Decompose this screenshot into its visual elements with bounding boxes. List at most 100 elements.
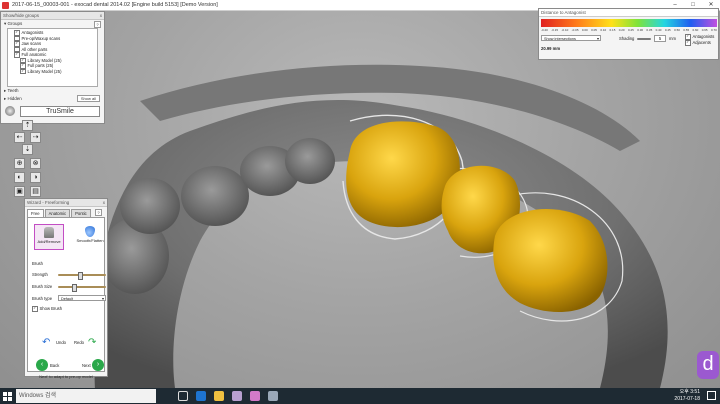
scale-tick-label: 0.45 <box>664 28 671 32</box>
scale-tick-label: 0.70 <box>710 28 717 32</box>
wizard-help-icon[interactable]: ? <box>95 209 102 216</box>
windows-start-icon[interactable] <box>3 391 12 401</box>
show-brush-checkbox-box[interactable]: ✓ <box>32 306 38 312</box>
file-explorer-icon[interactable] <box>214 391 224 401</box>
notification-icon[interactable] <box>707 391 716 400</box>
view-lingual-icon[interactable]: ◐ <box>14 172 25 183</box>
undo-icon[interactable]: ↶ <box>42 338 54 348</box>
view-buccal-icon[interactable]: ⊗ <box>30 158 41 169</box>
taskbar-clock[interactable]: 오후 3:51 2017-07-18 <box>674 389 700 402</box>
groups-section-header[interactable]: ▾ Groups ? <box>1 20 104 28</box>
trusmile-logo-icon <box>5 106 15 116</box>
scale-tick-label: -0.15 <box>551 28 559 32</box>
add-remove-tool-button[interactable]: Add/Remove <box>34 224 64 250</box>
scale-tick-label: 0.35 <box>646 28 653 32</box>
view-right-icon[interactable]: ⇢ <box>30 132 41 143</box>
view-occlusal-icon[interactable]: ⊕ <box>14 158 25 169</box>
view-left-icon[interactable]: ⇠ <box>14 132 25 143</box>
adjacents-checkbox[interactable]: ✓ Adjacents <box>685 40 711 46</box>
tab-pontic[interactable]: Pontic <box>71 209 91 217</box>
show-intersections-select[interactable]: Show intersections ▾ <box>541 35 601 41</box>
scale-tick-label: 0.00 <box>581 28 588 32</box>
antagonists-checkbox[interactable]: ✓ Antagonists <box>685 34 714 40</box>
view-top-icon[interactable]: ⇡ <box>22 120 33 131</box>
view-front-icon[interactable]: ▣ <box>14 186 25 197</box>
view-mesial-icon[interactable]: ◑ <box>30 172 41 183</box>
redo-icon[interactable]: ↷ <box>88 338 100 348</box>
brush-section-label: Brush <box>32 261 43 266</box>
window-title: 2017-06-15_00003-001 - exocad dental 201… <box>12 2 218 8</box>
brush-size-slider[interactable] <box>58 284 106 292</box>
next-arrow-icon[interactable]: › <box>92 359 104 371</box>
scale-tick-label: 0.60 <box>692 28 699 32</box>
wizard-close[interactable]: x <box>103 199 105 206</box>
3d-viewport[interactable]: d <box>0 11 720 391</box>
scale-tick-label: 0.15 <box>609 28 616 32</box>
brush-size-slider-knob[interactable] <box>71 284 77 292</box>
exocad-taskbar-icon-1[interactable] <box>232 391 242 401</box>
add-remove-icon <box>44 227 54 238</box>
exocad-app-icon <box>2 1 9 9</box>
tree-item[interactable]: ✓ Library Model (25) <box>8 68 97 74</box>
view-back-icon[interactable]: ▤ <box>30 186 41 197</box>
groups-panel-close[interactable]: x <box>100 12 102 19</box>
scale-tick-label: 0.30 <box>637 28 644 32</box>
wizard-tabs: Free Anatomic Pontic <box>27 209 105 217</box>
scale-tick-label: 0.10 <box>600 28 607 32</box>
taskbar-search-input[interactable]: Windows 검색 <box>16 389 156 403</box>
antagonists-checkbox-box[interactable]: ✓ <box>685 34 691 40</box>
redo-button[interactable]: Redo <box>74 340 84 345</box>
tab-anatomic[interactable]: Anatomic <box>44 209 71 217</box>
strength-slider[interactable] <box>58 272 106 280</box>
crown-3 <box>493 209 608 313</box>
task-view-icon[interactable] <box>178 391 188 401</box>
scale-tick-label: 0.20 <box>618 28 625 32</box>
distance-panel: Distance to Antagonist -0.20 -0.15 -0.10 -0… <box>538 8 719 60</box>
scale-tick-label: -0.05 <box>571 28 579 32</box>
show-brush-checkbox[interactable]: ✓ Show Brush <box>32 306 62 312</box>
adjacents-checkbox-box[interactable]: ✓ <box>685 40 691 46</box>
back-arrow-icon[interactable]: ‹ <box>36 359 48 371</box>
scale-tick-label: -0.10 <box>561 28 569 32</box>
tree-item-checkbox[interactable]: ✓ <box>20 68 26 74</box>
strength-slider-knob[interactable] <box>78 272 84 280</box>
brush-type-select[interactable]: Default ▾ <box>58 295 106 301</box>
view-navigation-pad: ⇡ ⇠ ⇢ ⇣ ⊕ ⊗ ◐ ◑ ▣ ▤ <box>14 120 42 198</box>
trusmile-button[interactable]: TruSmile <box>20 105 100 117</box>
distance-scale-ticks: -0.20 -0.15 -0.10 -0.05 0.00 0.05 0.10 0.15 0.20… <box>541 28 717 32</box>
wizard-header: Wizard - Freeforming x <box>25 199 107 207</box>
scale-tick-label: 0.05 <box>591 28 597 32</box>
tooth-molar-2 <box>120 178 180 234</box>
edge-browser-icon[interactable] <box>196 391 206 401</box>
tree-item-checkbox[interactable]: ✓ <box>14 52 20 58</box>
show-all-button[interactable]: Show all <box>76 95 100 102</box>
next-button[interactable]: Next <box>82 363 91 368</box>
tree-item-label: Library Model (25) <box>27 68 62 74</box>
undo-button[interactable]: Undo <box>56 340 66 345</box>
app-taskbar-icon-3[interactable] <box>268 391 278 401</box>
tooth-molar-3 <box>181 166 249 226</box>
scale-tick-label: -0.20 <box>541 28 548 32</box>
brush-type-label: Brush type <box>32 296 53 301</box>
chevron-down-icon: ▾ <box>596 36 599 41</box>
smooth-flatten-tool-button[interactable]: Smooth/Flatten <box>76 224 104 248</box>
hidden-section-header[interactable]: ▸ Hidden Show all <box>1 95 104 103</box>
scale-tick-label: 0.40 <box>655 28 662 32</box>
view-bottom-icon[interactable]: ⇣ <box>22 144 33 155</box>
exocad-watermark-logo: d <box>697 351 719 379</box>
shading-label: Shading <box>619 36 635 41</box>
exocad-taskbar-icon-2[interactable] <box>250 391 260 401</box>
shading-slider[interactable] <box>637 38 651 40</box>
brush-size-label: Brush Size <box>32 284 53 289</box>
teeth-section-header[interactable]: ▸ Teeth <box>1 87 104 95</box>
groups-panel: Show/hide groups x ▾ Groups ? ✓ Antagonis… <box>0 11 105 124</box>
back-button[interactable]: Back <box>50 363 59 368</box>
wizard-tab-content: ? Add/Remove Smooth/Flatten Brush Streng… <box>27 209 106 372</box>
scale-tick-label: 0.25 <box>627 28 634 32</box>
groups-panel-header: Show/hide groups x <box>1 12 104 20</box>
tab-free[interactable]: Free <box>27 209 44 217</box>
strength-label: Strength <box>32 272 48 277</box>
help-icon[interactable]: ? <box>94 21 101 28</box>
shading-value[interactable]: 5 <box>654 35 666 42</box>
chevron-down-icon: ▾ <box>101 296 104 301</box>
